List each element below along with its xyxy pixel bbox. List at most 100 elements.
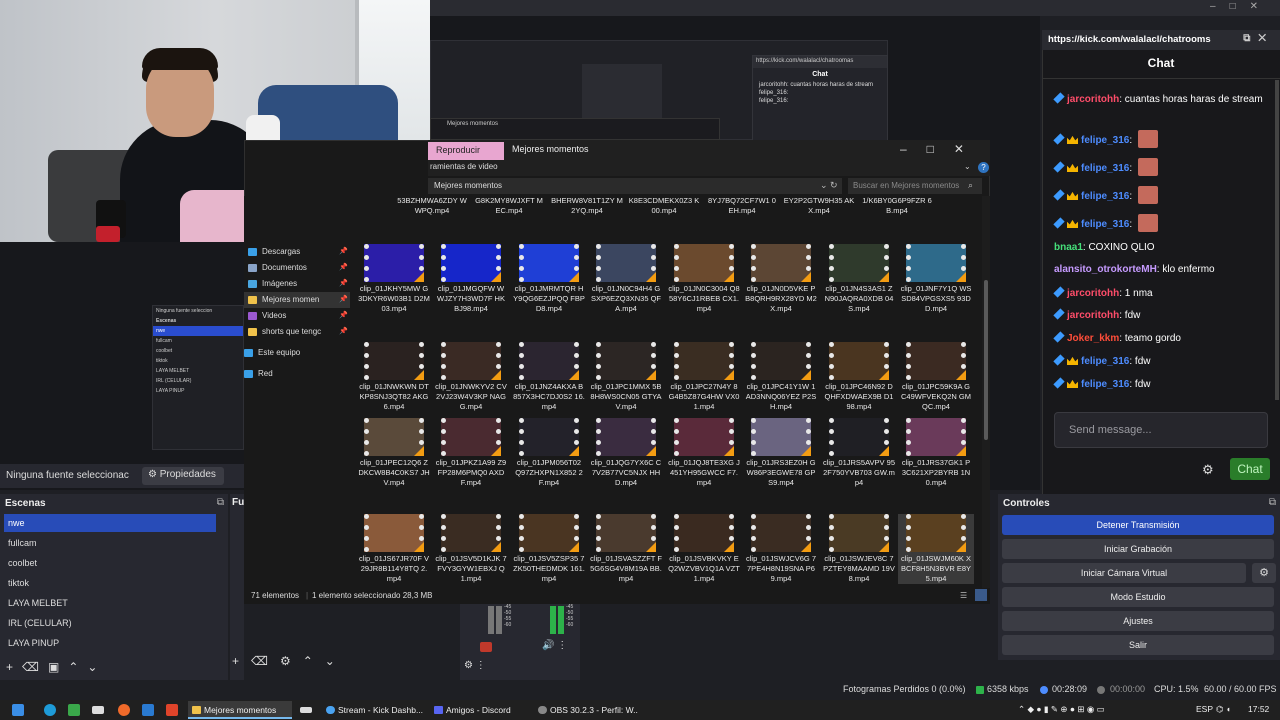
video-file-item[interactable]: clip_01JPC1MMX 5B8H8WS0CN05 GTYAV.mp4: [588, 342, 664, 412]
video-file-item[interactable]: clip_01JSV5D1KJK 7FVY3GYW1EBXJ Q1.mp4: [433, 514, 509, 584]
studio-mode-button[interactable]: Modo Estudio: [1002, 587, 1274, 607]
video-file-item[interactable]: clip_01JNZ4AKXA B857X3HC7DJ0S2 16.mp4: [511, 342, 587, 412]
nav-item[interactable]: Red: [244, 366, 350, 382]
video-file-item[interactable]: clip_01JMGQFW WWJZY7H3WD7F HKBJ98.mp4: [433, 244, 509, 314]
tray-icons[interactable]: ⌃ ◆ ● ▮ ✎ ⊕ ● ⊞ ◉ ▭: [1018, 704, 1105, 715]
help-icon[interactable]: ?: [978, 162, 989, 173]
video-file-item[interactable]: clip_01JN0C3004 Q858Y6CJ1RBEB CX1.mp4: [666, 244, 742, 314]
video-file-item[interactable]: clip_01JPC27N4Y 8G4B5Z87G4HW VX01.mp4: [666, 342, 742, 412]
language-indicator[interactable]: ESP: [1196, 704, 1213, 714]
video-file-item[interactable]: clip_01JRS3EZ0H GW86P3EGWE78 GPS9.mp4: [743, 418, 819, 488]
spreadsheet-icon[interactable]: [68, 704, 80, 716]
scene-item[interactable]: tiktok: [4, 574, 216, 592]
exit-button[interactable]: Salir: [1002, 635, 1274, 655]
firefox-icon[interactable]: [118, 704, 130, 716]
chat-username[interactable]: felipe_316: [1081, 379, 1129, 390]
mixer-settings-icon[interactable]: ⚙ ⋮: [464, 660, 486, 671]
scene-item[interactable]: nwe: [4, 514, 216, 532]
search-icon[interactable]: ⌕: [968, 180, 973, 191]
video-file-item[interactable]: clip_01JSV5ZSP35 7ZK50THEDMDK 161.mp4: [511, 514, 587, 584]
dock-undock-icon[interactable]: ⧉: [1269, 497, 1276, 508]
chat-username[interactable]: jarcoritohh: [1067, 310, 1119, 321]
obs-window-controls[interactable]: –□✕: [1210, 1, 1272, 12]
nav-item[interactable]: Descargas 📌: [244, 244, 350, 260]
mail-icon[interactable]: [300, 707, 312, 713]
video-file-item[interactable]: clip_01JPC46N92 DQHFXDWAEX9B D198.mp4: [821, 342, 897, 412]
chat-username[interactable]: alansito_otrokorteMH: [1054, 264, 1157, 275]
video-file-item[interactable]: clip_01JSWJCV6G 77PE4H8N19SNA P69.mp4: [743, 514, 819, 584]
nav-item[interactable]: Mejores momen 📌: [244, 292, 350, 308]
taskbar-app-explorer[interactable]: Mejores momentos: [188, 701, 292, 719]
settings-button[interactable]: Ajustes: [1002, 611, 1274, 631]
chat-message-input[interactable]: Send message...: [1054, 412, 1268, 448]
video-file-item[interactable]: clip_01JRS5AVPV 952F750YVB703 GW.mp4: [821, 418, 897, 488]
video-file-item[interactable]: clip_01JS67JR70F V29JR8B114Y8TQ 2.mp4: [356, 514, 432, 584]
chat-username[interactable]: bnaa1: [1054, 242, 1083, 253]
scene-item[interactable]: LAYA PINUP: [4, 634, 216, 652]
video-file-item[interactable]: clip_01JQG7YX6C C7V2B77VC5NJX HHD.mp4: [588, 418, 664, 488]
file-item[interactable]: BHERW8V81T1ZY M2YQ.mp4: [549, 196, 625, 216]
file-item[interactable]: EY2P2GTW9H35 AKX.mp4: [781, 196, 857, 216]
nav-item[interactable]: Documentos 📌: [244, 260, 350, 276]
chat-scrollbar[interactable]: [1275, 80, 1279, 400]
clock[interactable]: 17:52: [1248, 704, 1269, 714]
mail-icon[interactable]: [92, 706, 104, 714]
video-file-item[interactable]: clip_01JPC59K9A GC49WFVEKQ2N GMQC.mp4: [898, 342, 974, 412]
chat-username[interactable]: felipe_316: [1081, 135, 1129, 146]
file-item[interactable]: 53BZHMWA6ZDY WWPQ.mp4: [394, 196, 470, 216]
video-file-item[interactable]: clip_01JSWJM60K XBCF8H5N3BVR E8Y5.mp4: [898, 514, 974, 584]
address-bar[interactable]: Mejores momentos: [428, 178, 842, 194]
sources-toolbar[interactable]: +⌫⚙⌃⌄: [232, 654, 347, 668]
nav-item[interactable]: Imágenes 📌: [244, 276, 350, 292]
scene-item[interactable]: IRL (CELULAR): [4, 614, 216, 632]
chevron-down-icon[interactable]: ⌄: [964, 162, 971, 171]
start-icon[interactable]: [12, 704, 24, 716]
chat-settings-icon[interactable]: ⚙: [1202, 462, 1214, 478]
video-file-item[interactable]: clip_01JN0C94H4 GSXP6EZQ3XN35 QFA.mp4: [588, 244, 664, 314]
mute-icon[interactable]: [480, 642, 492, 652]
chat-username[interactable]: jarcoritohh: [1067, 94, 1119, 105]
search-input[interactable]: Buscar en Mejores momentos: [848, 178, 982, 194]
video-file-item[interactable]: clip_01JSVASZZFT F5G6SG4V8M19A BB.mp4: [588, 514, 664, 584]
video-file-item[interactable]: clip_01JN0D5VKE PB8QRH9RX28YD M2X.mp4: [743, 244, 819, 314]
virtual-camera-button[interactable]: Iniciar Cámara Virtual: [1002, 563, 1246, 583]
chat-username[interactable]: felipe_316: [1081, 163, 1129, 174]
tray-status-icons[interactable]: ⌬ ◖: [1216, 704, 1231, 715]
file-item[interactable]: 1/K6BY0G6P9FZR 6B.mp4: [859, 196, 935, 216]
video-file-item[interactable]: clip_01JMRMTQR HY9QG6EZJPQQ FBPD8.mp4: [511, 244, 587, 314]
video-file-item[interactable]: clip_01JPC41Y1W 1AD3NNQ06YEZ P2SH.mp4: [743, 342, 819, 412]
video-file-item[interactable]: clip_01JNWKYV2 CV2VJ23W4V3KP NAGG.mp4: [433, 342, 509, 412]
video-file-item[interactable]: clip_01JPKZ1A99 Z9FP28M6PMQ0 AXDF.mp4: [433, 418, 509, 488]
stop-stream-button[interactable]: Detener Transmisión: [1002, 515, 1274, 535]
tab-reproducir[interactable]: Reproducir: [428, 142, 504, 160]
nav-item[interactable]: Este equipo: [244, 345, 350, 361]
file-item[interactable]: 8YJ7BQ72CF7W1 0EH.mp4: [704, 196, 780, 216]
chat-username[interactable]: felipe_316: [1081, 219, 1129, 230]
file-item[interactable]: K8E3CDMEKX0Z3 K00.mp4: [626, 196, 702, 216]
video-file-item[interactable]: clip_01JSVBKVKY EQ2WZVBV1Q1A VZT1.mp4: [666, 514, 742, 584]
chat-username[interactable]: Joker_kkm: [1067, 333, 1119, 344]
explorer-scrollbar-thumb[interactable]: [984, 280, 988, 440]
video-file-item[interactable]: clip_01JRS37GK1 P3C621XP2BYRB 1N0.mp4: [898, 418, 974, 488]
file-item[interactable]: G8K2MY8WJXFT MEC.mp4: [471, 196, 547, 216]
virtual-camera-settings-icon[interactable]: ⚙: [1252, 563, 1276, 583]
refresh-icon[interactable]: ⌄ ↻: [820, 180, 838, 191]
chat-send-button[interactable]: Chat: [1230, 458, 1270, 480]
nav-item[interactable]: shorts que tengc 📌: [244, 324, 350, 340]
taskbar-app-discord[interactable]: Amigos - Discord: [430, 701, 530, 719]
speaker-icon[interactable]: 🔊 ⋮: [542, 640, 567, 651]
video-file-item[interactable]: clip_01JQJ8TE3XG J451YH95GWCC F7.mp4: [666, 418, 742, 488]
details-view-icon[interactable]: ☰: [960, 591, 967, 600]
brave-icon[interactable]: [166, 704, 178, 716]
video-file-item[interactable]: clip_01JKHY5MW G3DKYR6W03B1 D2M03.mp4: [356, 244, 432, 314]
video-file-item[interactable]: clip_01JNWKWN DTKP8SNJ3QT82 AKG6.mp4: [356, 342, 432, 412]
explorer-window-controls[interactable]: –□✕: [900, 142, 984, 156]
scene-toolbar[interactable]: +⌫▣⌃⌄: [6, 660, 106, 674]
video-tools-label[interactable]: ramientas de video: [430, 162, 498, 171]
chat-username[interactable]: felipe_316: [1081, 356, 1129, 367]
tiles-view-icon[interactable]: [975, 589, 987, 601]
scene-item[interactable]: LAYA MELBET: [4, 594, 216, 612]
scene-item[interactable]: coolbet: [4, 554, 216, 572]
taskbar-app-obs[interactable]: OBS 30.2.3 - Perfil: W...: [534, 701, 638, 719]
properties-button[interactable]: ⚙ Propiedades: [142, 467, 224, 485]
